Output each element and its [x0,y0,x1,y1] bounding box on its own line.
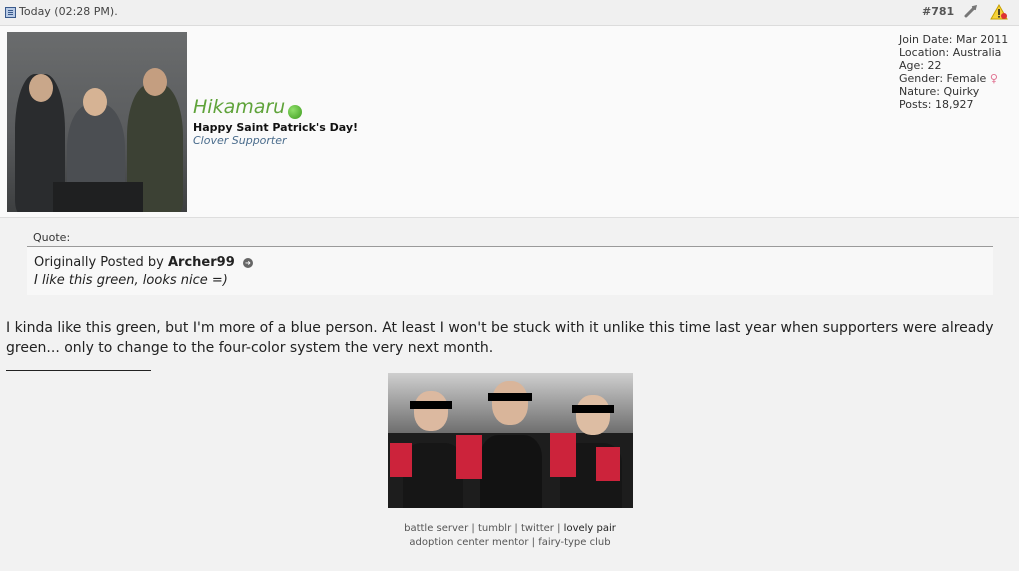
quote-text: I like this green, looks nice =) [34,273,228,288]
gender: Gender: Female [899,72,987,85]
fairy-type-club-link[interactable]: fairy-type club [538,537,610,548]
post-header: Today (02:28 PM). #781 [0,0,1019,26]
post-message: I kinda like this green, but I'm more of… [6,320,994,356]
age: Age: 22 [899,59,942,72]
signature-links-row-2: adoption center mentor | fairy-type club [300,536,720,550]
join-date: Join Date: Mar 2011 [899,33,1009,46]
quote-attribution: Originally Posted by Archer99 ➜ [34,255,253,270]
post-number-link[interactable]: #781 [922,5,954,18]
signature-divider [6,370,151,371]
user-info-bar: Hikamaru Happy Saint Patrick's Day! Clov… [0,26,1019,218]
gender-row: Gender: Female ♀ [899,72,1008,85]
post-date: Today (02:28 PM). [19,5,118,18]
posted-by-prefix: Originally Posted by [34,255,164,270]
report-warning-icon[interactable] [990,4,1008,20]
lovely-pair-link[interactable]: lovely pair [564,523,616,534]
view-post-icon[interactable]: ➜ [242,257,253,268]
tumblr-link[interactable]: tumblr [478,523,511,534]
post-icon [5,7,16,18]
female-icon: ♀ [989,72,998,85]
post-count: Posts: 18,927 [899,98,974,111]
link-separator: | [557,523,561,534]
online-status-icon [288,105,302,119]
battle-server-link[interactable]: battle server [404,523,468,534]
link-separator: | [471,523,475,534]
adoption-center-link[interactable]: adoption center mentor [409,537,528,548]
quote-label: Quote: [33,231,71,244]
quote-author: Archer99 [167,255,235,270]
twitter-link[interactable]: twitter [521,523,554,534]
link-separator: | [531,537,535,548]
link-icon[interactable] [963,5,979,19]
quote-box: Originally Posted by Archer99 ➜ I like t… [27,246,993,295]
signature-banner-image [388,373,633,508]
signature-links: battle server | tumblr | twitter | lovel… [300,522,720,550]
user-title: Happy Saint Patrick's Day! [193,121,359,134]
location: Location: Australia [899,46,1002,59]
user-details: Join Date: Mar 2011 Location: Australia … [899,33,1008,111]
user-rank: Clover Supporter [193,134,287,147]
user-avatar[interactable] [7,32,187,212]
username-link[interactable]: Hikamaru [193,96,285,118]
link-separator: | [514,523,518,534]
nature: Nature: Quirky [899,85,980,98]
signature-links-row-1: battle server | tumblr | twitter | lovel… [300,522,720,536]
